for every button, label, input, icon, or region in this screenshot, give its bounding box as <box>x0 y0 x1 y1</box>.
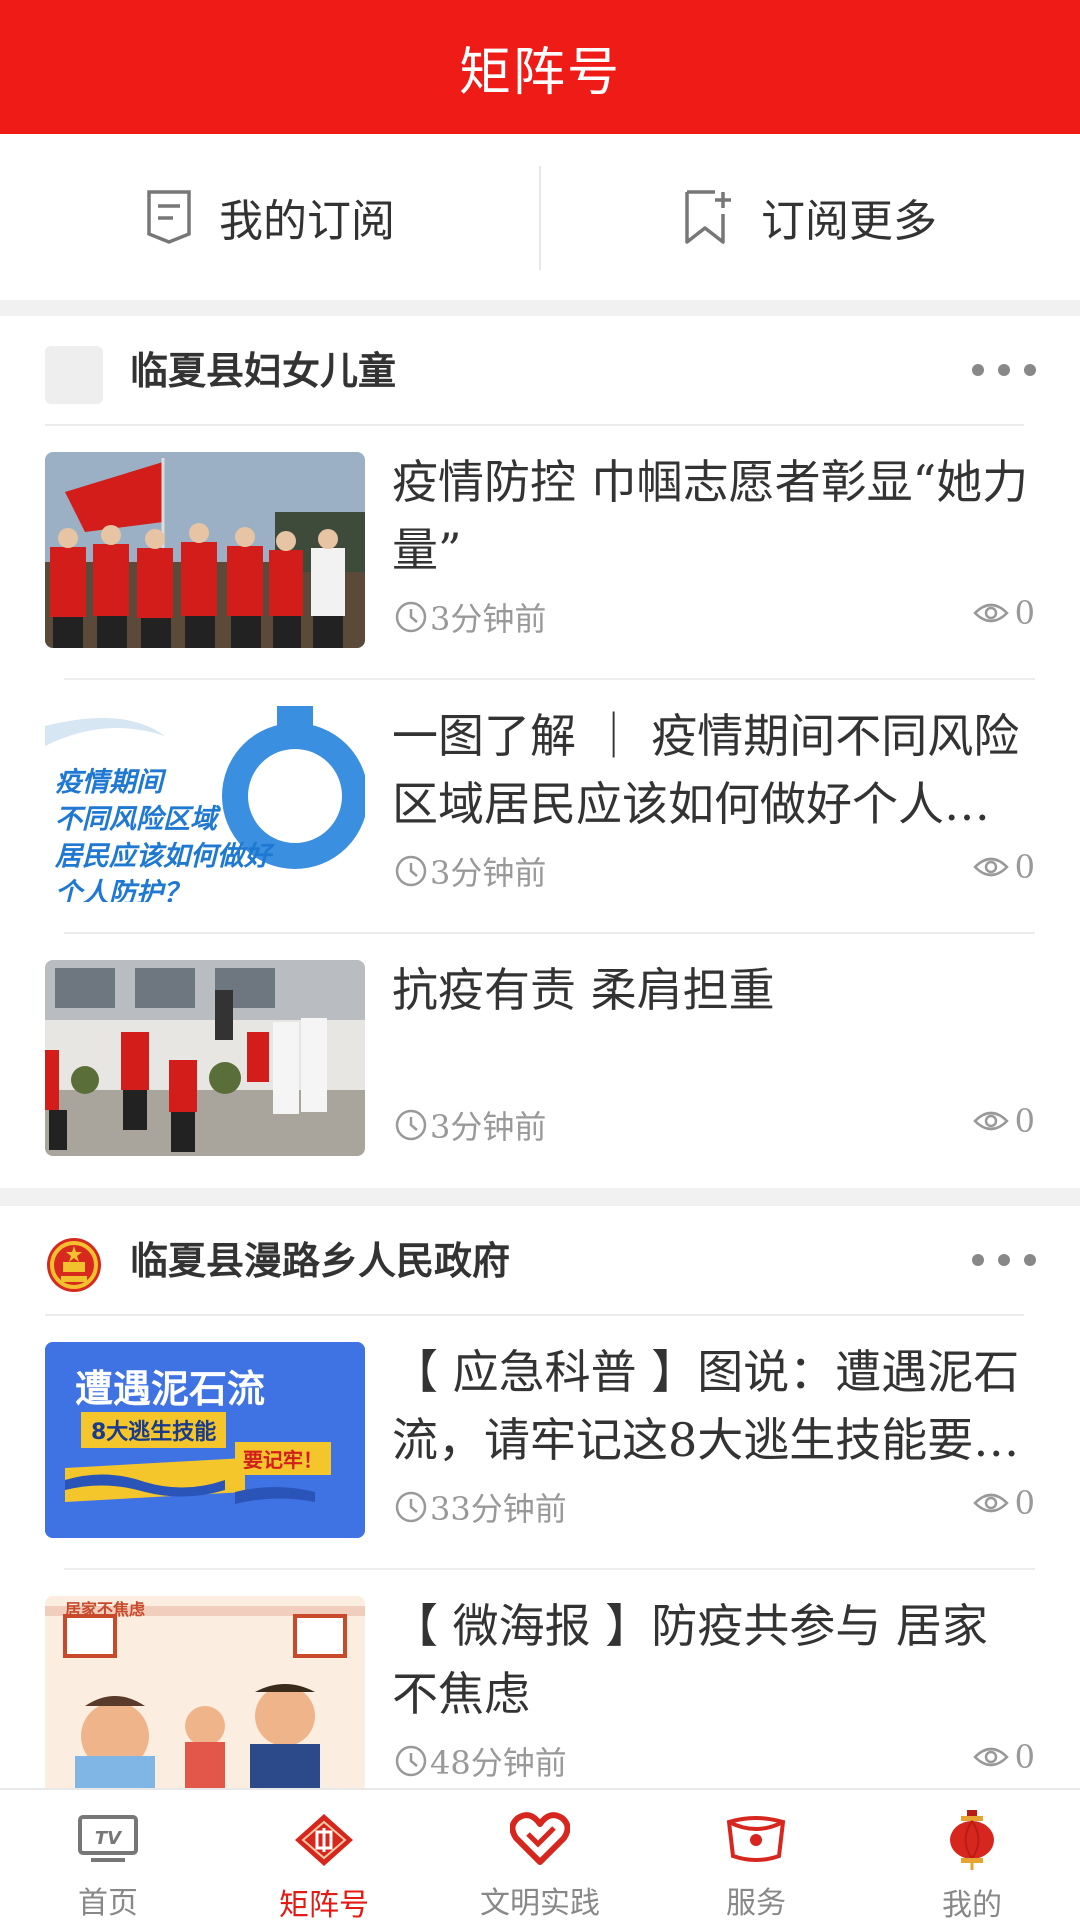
subscribe-more-label: 订阅更多 <box>761 196 937 247</box>
eye-icon <box>972 1111 1009 1131</box>
news-item[interactable]: 疫情防控 巾帼志愿者彰显“她力量” 3分钟前 0 <box>0 426 1080 680</box>
tab-mine-label: 我的 <box>942 1888 1002 1923</box>
tab-home-label: 首页 <box>78 1886 138 1921</box>
news-views-count: 0 <box>1014 594 1035 632</box>
clock-icon <box>395 1745 427 1777</box>
news-time-text: 3分钟前 <box>430 600 547 638</box>
news-thumbnail: 遭遇泥石流 8大逃生技能 要记牢！ <box>45 1342 365 1538</box>
matrix-emblem-icon <box>291 1812 357 1868</box>
news-title: 疫情防控 巾帼志愿者彰显“她力量” <box>392 455 1029 577</box>
more-options-icon[interactable] <box>972 352 1036 388</box>
more-options-icon[interactable] <box>972 1242 1036 1278</box>
tab-mine[interactable]: 我的 <box>864 1790 1080 1923</box>
channel-name: 临夏县妇女儿童 <box>130 349 397 393</box>
news-time: 33分钟前 <box>394 1484 567 1530</box>
eye-icon <box>972 1747 1009 1767</box>
news-views-count: 0 <box>1014 1738 1035 1776</box>
svg-text:TV: TV <box>95 1828 123 1849</box>
news-views: 0 <box>972 594 1035 632</box>
channel-header[interactable]: 临夏县妇女儿童 <box>0 316 1080 426</box>
my-subscriptions-button[interactable]: 我的订阅 <box>0 134 540 300</box>
tab-services[interactable]: 服务 <box>648 1790 864 1922</box>
eye-icon <box>972 1493 1009 1513</box>
tab-matrix[interactable]: 矩阵号 <box>216 1790 432 1923</box>
channel-avatar <box>45 346 103 404</box>
news-time-text: 3分钟前 <box>430 854 547 892</box>
news-title: 抗疫有责 柔肩担重 <box>392 963 775 1017</box>
my-subscriptions-label: 我的订阅 <box>219 196 395 247</box>
clock-icon <box>395 1491 427 1523</box>
clock-icon <box>395 601 427 633</box>
news-title: 一图了解 ｜ 疫情期间不同风险区域居民应该如何做好个人防护？ <box>392 709 1020 831</box>
news-item[interactable]: 居家不焦虑 【 微海报 】防疫共参与 居家不焦虑 48分钟前 0 <box>0 1570 1080 1824</box>
news-time-text: 33分钟前 <box>430 1490 567 1528</box>
news-time: 48分钟前 <box>394 1738 567 1784</box>
news-thumbnail: 居家不焦虑 <box>45 1596 365 1792</box>
news-views: 0 <box>972 848 1035 886</box>
clock-icon <box>395 1109 427 1141</box>
news-item[interactable]: 遭遇泥石流 8大逃生技能 要记牢！ 【 应急科普 】图说：遭遇泥石流，请牢记这8… <box>0 1316 1080 1570</box>
news-views: 0 <box>972 1738 1035 1776</box>
news-item[interactable]: 抗疫有责 柔肩担重 3分钟前 0 <box>0 934 1080 1188</box>
page-title: 矩阵号 <box>458 42 621 103</box>
tab-home[interactable]: TV 首页 <box>0 1790 216 1922</box>
subscription-list-icon <box>147 190 191 244</box>
news-title: 【 微海报 】防疫共参与 居家不焦虑 <box>392 1599 988 1721</box>
eye-icon <box>972 603 1009 623</box>
thumbnail-text: 疫情期间 不同风险区域 居民应该如何做好 个人防护？ <box>55 767 271 902</box>
tv-icon: TV <box>75 1812 141 1866</box>
tab-civilization-practice[interactable]: 文明实践 <box>432 1790 648 1922</box>
thumbnail-text: 遭遇泥石流 8大逃生技能 要记牢！ <box>45 1342 365 1538</box>
section-gap <box>0 1188 1080 1206</box>
news-item[interactable]: 疫情期间 不同风险区域 居民应该如何做好 个人防护？ 一图了解 ｜ 疫情期间不同… <box>0 680 1080 934</box>
news-thumbnail: 疫情期间 不同风险区域 居民应该如何做好 个人防护？ <box>45 706 365 902</box>
news-title: 【 应急科普 】图说：遭遇泥石流，请牢记这8大逃生技能要记牢！ <box>392 1345 1020 1467</box>
service-box-icon <box>723 1812 789 1866</box>
tab-matrix-label: 矩阵号 <box>279 1888 369 1923</box>
national-emblem-icon <box>45 1236 103 1294</box>
bottom-tab-bar: TV 首页 矩阵号 文明实践 服务 我的 <box>0 1788 1080 1923</box>
channel-name: 临夏县漫路乡人民政府 <box>130 1239 511 1283</box>
news-thumbnail <box>45 960 365 1156</box>
news-views: 0 <box>972 1484 1035 1522</box>
tab-civilization-practice-label: 文明实践 <box>480 1886 600 1921</box>
news-thumbnail <box>45 452 365 648</box>
section-gap <box>0 300 1080 316</box>
lantern-icon <box>939 1810 1005 1870</box>
eye-icon <box>972 857 1009 877</box>
news-time: 3分钟前 <box>394 848 546 894</box>
channel-header[interactable]: 临夏县漫路乡人民政府 <box>0 1206 1080 1316</box>
subscribe-more-button[interactable]: 订阅更多 <box>540 134 1080 300</box>
news-time-text: 3分钟前 <box>430 1108 547 1146</box>
bookmark-add-icon <box>685 190 731 244</box>
news-views: 0 <box>972 1102 1035 1140</box>
tab-services-label: 服务 <box>726 1886 786 1921</box>
heart-icon <box>507 1812 573 1866</box>
clock-icon <box>395 855 427 887</box>
subscription-bar: 我的订阅 订阅更多 <box>0 134 1080 300</box>
news-time-text: 48分钟前 <box>430 1744 567 1782</box>
subbar-divider <box>539 166 541 270</box>
news-views-count: 0 <box>1014 1484 1035 1522</box>
thumbnail-text: 居家不焦虑 <box>65 1600 146 1619</box>
news-time: 3分钟前 <box>394 1102 546 1148</box>
news-views-count: 0 <box>1014 848 1035 886</box>
news-views-count: 0 <box>1014 1102 1035 1140</box>
news-time: 3分钟前 <box>394 594 546 640</box>
app-header: 矩阵号 <box>0 0 1080 134</box>
